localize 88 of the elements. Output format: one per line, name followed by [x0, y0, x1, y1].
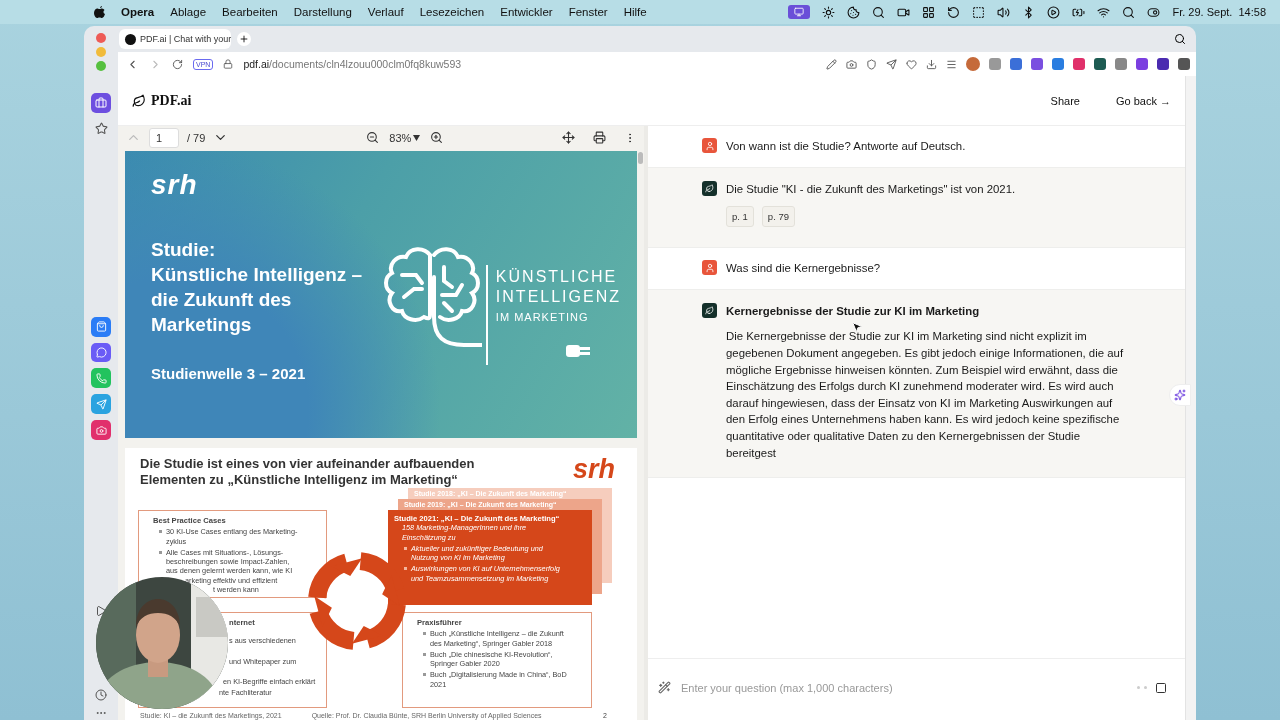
message-text: Was sind die Kernergebnisse?	[726, 261, 882, 277]
go-back-link[interactable]: Go back →	[1115, 94, 1171, 107]
move-icon[interactable]	[562, 131, 575, 144]
extension-icon[interactable]	[1052, 58, 1064, 70]
caret-icon[interactable]	[413, 134, 421, 141]
clock-icon[interactable]	[94, 688, 108, 703]
zoom-select[interactable]: 83%	[389, 131, 412, 144]
slide-subtitle: Studienwelle 3 – 2021	[151, 365, 307, 382]
page-count: / 79	[187, 131, 206, 144]
pencil-icon[interactable]	[826, 58, 837, 70]
extension-icon[interactable]	[1073, 58, 1085, 70]
slide-logo: srh	[572, 456, 615, 486]
user-avatar	[702, 138, 717, 153]
shield-icon[interactable]	[866, 58, 877, 70]
loading-dots-icon	[1137, 686, 1147, 689]
apple-icon[interactable]	[94, 5, 105, 19]
page-reference[interactable]: p. 79	[761, 206, 795, 228]
bot-avatar	[702, 180, 717, 196]
menu-item[interactable]: Entwickler	[500, 6, 553, 18]
menu-item[interactable]: Lesezeichen	[419, 6, 485, 18]
extension-icon[interactable]	[1136, 58, 1148, 70]
menu-item[interactable]: Fenster	[568, 6, 608, 18]
camera-icon[interactable]	[846, 58, 857, 70]
print-icon[interactable]	[593, 131, 606, 144]
badge-text: IM MARKETING	[495, 311, 590, 323]
search-icon[interactable]	[872, 5, 886, 19]
history-icon[interactable]	[947, 5, 961, 19]
avatar[interactable]	[966, 57, 980, 71]
extension-icon[interactable]	[1157, 58, 1169, 70]
stop-icon[interactable]	[1155, 681, 1167, 694]
badge-text: INTELLIGENZ	[495, 287, 621, 307]
reload-icon[interactable]	[172, 58, 183, 70]
briefcase-icon[interactable]	[91, 92, 111, 113]
menu-item[interactable]: Darstellung	[293, 6, 352, 18]
menu-item[interactable]: Verlauf	[367, 6, 404, 18]
dashed-square-icon[interactable]	[972, 5, 986, 19]
close-button[interactable]	[96, 33, 106, 43]
menu-item[interactable]: Ablage	[170, 6, 207, 18]
volume-icon[interactable]	[997, 5, 1011, 19]
page-reference[interactable]: p. 1	[726, 206, 754, 228]
badge-text: KÜNSTLICHE	[495, 267, 619, 287]
cookie-icon[interactable]	[847, 5, 861, 19]
slide-logo: srh	[151, 171, 199, 199]
user-avatar	[702, 260, 717, 276]
zoom-in-icon[interactable]	[430, 131, 444, 144]
bot-avatar	[702, 302, 717, 318]
camera-icon[interactable]	[91, 420, 111, 441]
sparkle-icon	[1174, 389, 1186, 401]
message-text: Die Kernergebnisse der Studie zur KI im Marketing sind nicht explizit im gegebenen Dokument angegeben. Es gibt jedoch einige Informationen, die auf mögliche Ergebnisse hinweisen könnten. Zum Beispiel wird erwähnt, dass die Einschätzung des Erfolgs durch KI zunehmend moderater wird. Es wird auch darauf hingewiesen, dass der Einsatz von KI im Marketing Auswirkungen auf den Erfolg eines Unternehmens haben kann. Es wird jedoch keine spezifische quantitative oder qualitative Daten zu den Kernergebnissen der Studie bereitgest	[726, 329, 1124, 461]
app-menu[interactable]: Opera	[121, 6, 155, 18]
lock-icon	[223, 59, 234, 69]
question-input[interactable]: Enter your question (max 1,000 characters)	[679, 680, 1129, 695]
slide-title: Die Studie ist eines von vier aufeinander aufbauenden Elementen zu „Künstliche Intelligenz im Marketing“	[140, 456, 475, 487]
scrollbar[interactable]	[638, 152, 643, 164]
grid-icon[interactable]	[922, 5, 936, 19]
menu-clock[interactable]: Fr. 29. Sept. 14:58	[1172, 6, 1266, 18]
answer-title: Kernergebnisse der Studie zur KI im Marketing	[726, 303, 981, 319]
heart-icon[interactable]	[906, 58, 917, 70]
chat-bubble-icon[interactable]	[91, 342, 111, 363]
control-center-icon[interactable]	[1147, 5, 1161, 19]
address-field[interactable]: pdf.ai/documents/cln4lzouu000clm0fq8kuw593	[243, 58, 462, 70]
menu-item[interactable]: Hilfe	[623, 6, 647, 18]
mouse-cursor-icon	[851, 321, 863, 333]
extension-icon[interactable]	[1010, 58, 1022, 70]
send-icon[interactable]	[886, 58, 897, 70]
page-input[interactable]: 1	[149, 127, 179, 148]
menu-icon[interactable]	[946, 58, 957, 70]
app-logo[interactable]: PDF.ai	[132, 92, 192, 109]
menu-item[interactable]: Bearbeiten	[222, 6, 278, 18]
extension-icon[interactable]	[1094, 58, 1106, 70]
new-tab-button[interactable]	[237, 32, 251, 46]
extension-icon[interactable]	[1178, 58, 1190, 70]
message-text: Die Studie "KI - die Zukunft des Marketings" ist von 2021.	[726, 181, 1017, 197]
search-icon[interactable]	[1174, 33, 1186, 45]
search-icon[interactable]	[1122, 5, 1136, 19]
magic-wand-icon[interactable]	[658, 681, 671, 694]
wifi-icon[interactable]	[1097, 5, 1111, 19]
zoom-out-icon[interactable]	[366, 131, 380, 144]
assistant-button[interactable]	[1169, 384, 1191, 406]
store-icon[interactable]	[91, 316, 111, 337]
message-text: Von wann ist die Studie? Antworte auf Deutsch.	[726, 139, 967, 154]
extension-icon[interactable]	[1031, 58, 1043, 70]
slide-title: Studie: Künstliche Intelligenz – die Zukunft des Marketings	[151, 238, 364, 337]
download-icon[interactable]	[926, 58, 937, 70]
play-icon[interactable]	[1047, 5, 1061, 19]
screen-share-icon[interactable]	[788, 5, 811, 19]
share-link[interactable]: Share	[1050, 94, 1080, 107]
browser-tab[interactable]: PDF.ai | Chat with your	[119, 29, 231, 49]
